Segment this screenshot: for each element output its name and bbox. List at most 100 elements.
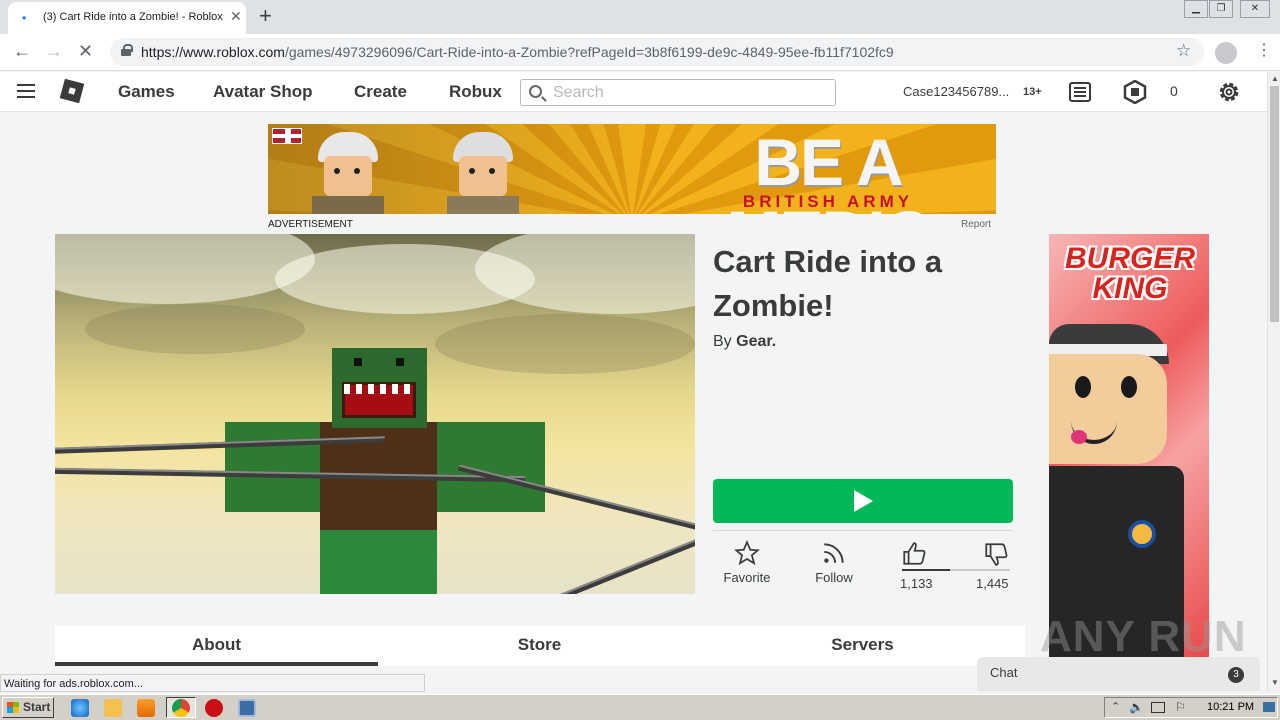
favorite-button[interactable]: Favorite xyxy=(720,540,774,585)
chat-label: Chat xyxy=(990,665,1018,680)
zombie-legs xyxy=(320,530,437,594)
zombie-head xyxy=(332,348,427,428)
banner-advertisement[interactable]: BE A MEDIC BRITISH ARMY xyxy=(268,124,996,214)
windows-taskbar: Start ⌃ 🔈 ⚐ 10:21 PM xyxy=(0,694,1280,720)
nav-robux[interactable]: Robux xyxy=(449,82,502,102)
folder-icon[interactable] xyxy=(104,699,122,717)
back-arrow-icon[interactable]: ← xyxy=(13,41,31,62)
show-desktop-icon[interactable] xyxy=(1263,702,1275,712)
minimize-button[interactable]: ▁ xyxy=(1184,0,1208,18)
rail-track xyxy=(541,526,695,594)
address-bar[interactable]: https://www.roblox.com/games/4973296096/… xyxy=(110,38,1204,66)
soldier-figure xyxy=(443,132,523,214)
play-button[interactable] xyxy=(713,479,1013,523)
search-box xyxy=(520,79,836,106)
messages-icon[interactable] xyxy=(1068,80,1092,104)
close-window-button[interactable]: ✕ xyxy=(1240,0,1270,18)
scroll-thumb[interactable] xyxy=(1270,86,1279,322)
game-title: Cart Ride into a Zombie! xyxy=(713,244,943,323)
union-flag-icon xyxy=(272,128,302,144)
volume-icon[interactable]: 🔈 xyxy=(1129,700,1144,714)
url-text[interactable]: https://www.roblox.com/games/4973296096/… xyxy=(141,44,894,60)
close-tab-icon[interactable]: ✕ xyxy=(230,8,242,25)
upvote-segment xyxy=(902,569,950,571)
tab-title: (3) Cart Ride into a Zombie! - Roblox xyxy=(43,11,223,23)
search-icon xyxy=(529,85,542,98)
hamburger-menu-icon[interactable] xyxy=(17,84,35,98)
start-button[interactable]: Start xyxy=(2,697,54,718)
zombie-arm xyxy=(225,422,335,512)
opera-icon[interactable] xyxy=(205,699,223,717)
advertisement-label: ADVERTISEMENT xyxy=(268,219,353,230)
media-player-icon[interactable] xyxy=(137,699,155,717)
scroll-down-arrow-icon[interactable]: ▼ xyxy=(1271,678,1279,687)
lock-icon xyxy=(121,44,133,56)
star-icon xyxy=(734,540,760,566)
scroll-up-arrow-icon[interactable]: ▲ xyxy=(1271,74,1279,83)
restore-button[interactable]: ❐ xyxy=(1209,0,1233,18)
downvote-segment xyxy=(950,569,1010,571)
ad-subline: BRITISH ARMY xyxy=(742,192,914,211)
tab-servers[interactable]: Servers xyxy=(701,626,1024,666)
robux-balance[interactable]: 0 xyxy=(1170,83,1178,99)
thumbs-up-icon[interactable] xyxy=(901,541,927,567)
game-thumbnail[interactable] xyxy=(55,234,695,594)
nav-create[interactable]: Create xyxy=(354,82,407,102)
keyboard-icon[interactable] xyxy=(238,699,256,717)
upvote-count: 1,133 xyxy=(900,576,933,591)
nav-avatar-shop[interactable]: Avatar Shop xyxy=(213,82,313,102)
bk-badge-icon xyxy=(1128,520,1156,548)
windows-logo-icon xyxy=(7,702,19,713)
browser-tab[interactable]: • (3) Cart Ride into a Zombie! - Roblox … xyxy=(8,2,246,34)
bookmark-star-icon[interactable]: ☆ xyxy=(1176,41,1191,61)
follow-button[interactable]: Follow xyxy=(810,540,858,585)
follow-rss-icon xyxy=(824,543,844,563)
chat-bar[interactable]: Chat 3 xyxy=(977,657,1260,691)
network-icon[interactable] xyxy=(1151,702,1165,713)
tab-about[interactable]: About xyxy=(55,626,378,666)
browser-menu-icon[interactable]: ⋮ xyxy=(1256,40,1272,60)
username-link[interactable]: Case123456789... xyxy=(903,84,1009,99)
roblox-logo-icon[interactable] xyxy=(59,78,85,104)
favorite-label: Favorite xyxy=(723,570,771,585)
divider xyxy=(713,530,1013,531)
downvote-count: 1,445 xyxy=(976,576,1009,591)
play-icon xyxy=(854,490,873,512)
follow-label: Follow xyxy=(815,570,853,585)
browser-status-bar: Waiting for ads.roblox.com... xyxy=(0,674,425,692)
thumbs-down-icon[interactable] xyxy=(983,541,1009,567)
chrome-icon[interactable] xyxy=(172,699,190,717)
vote-ratio-bar xyxy=(902,569,1010,572)
creator-link[interactable]: Gear. xyxy=(736,333,776,350)
robux-icon[interactable] xyxy=(1123,80,1147,104)
profile-avatar[interactable] xyxy=(1215,42,1237,64)
new-tab-button[interactable]: + xyxy=(259,3,272,29)
side-advertisement[interactable]: BURGER KING xyxy=(1049,234,1209,658)
zombie-arm xyxy=(435,422,545,512)
settings-gear-icon[interactable] xyxy=(1217,80,1241,104)
anyrun-watermark: ANY RUN xyxy=(1040,612,1247,661)
browser-tabstrip: • (3) Cart Ride into a Zombie! - Roblox … xyxy=(0,0,1280,34)
tab-store[interactable]: Store xyxy=(378,626,701,666)
page-scrollbar[interactable]: ▲ ▼ xyxy=(1267,72,1280,692)
soldier-figure xyxy=(308,132,388,214)
age-badge: 13+ xyxy=(1023,86,1042,98)
game-tabs: About Store Servers xyxy=(55,626,1025,666)
tray-expand-icon[interactable]: ⌃ xyxy=(1111,700,1120,713)
by-label: By xyxy=(713,333,732,350)
browser-toolbar: ← → ✕ https://www.roblox.com/games/49732… xyxy=(0,34,1280,71)
roblox-header: Games Avatar Shop Create Robux Case12345… xyxy=(0,72,1267,112)
search-input[interactable] xyxy=(553,83,823,103)
report-ad-link[interactable]: Report xyxy=(961,219,991,230)
nav-games[interactable]: Games xyxy=(118,82,175,102)
forward-arrow-icon[interactable]: → xyxy=(45,41,63,62)
burger-king-logo: BURGER KING xyxy=(1064,242,1195,305)
loading-icon: • xyxy=(22,11,27,25)
chat-count-badge: 3 xyxy=(1228,667,1244,683)
action-center-flag-icon[interactable]: ⚐ xyxy=(1175,700,1186,714)
clock[interactable]: 10:21 PM xyxy=(1207,701,1254,713)
stop-loading-icon[interactable]: ✕ xyxy=(78,41,93,62)
system-tray: ⌃ 🔈 ⚐ 10:21 PM xyxy=(1104,697,1278,718)
internet-explorer-icon[interactable] xyxy=(71,699,89,717)
game-creator-line: By Gear. xyxy=(713,333,776,351)
